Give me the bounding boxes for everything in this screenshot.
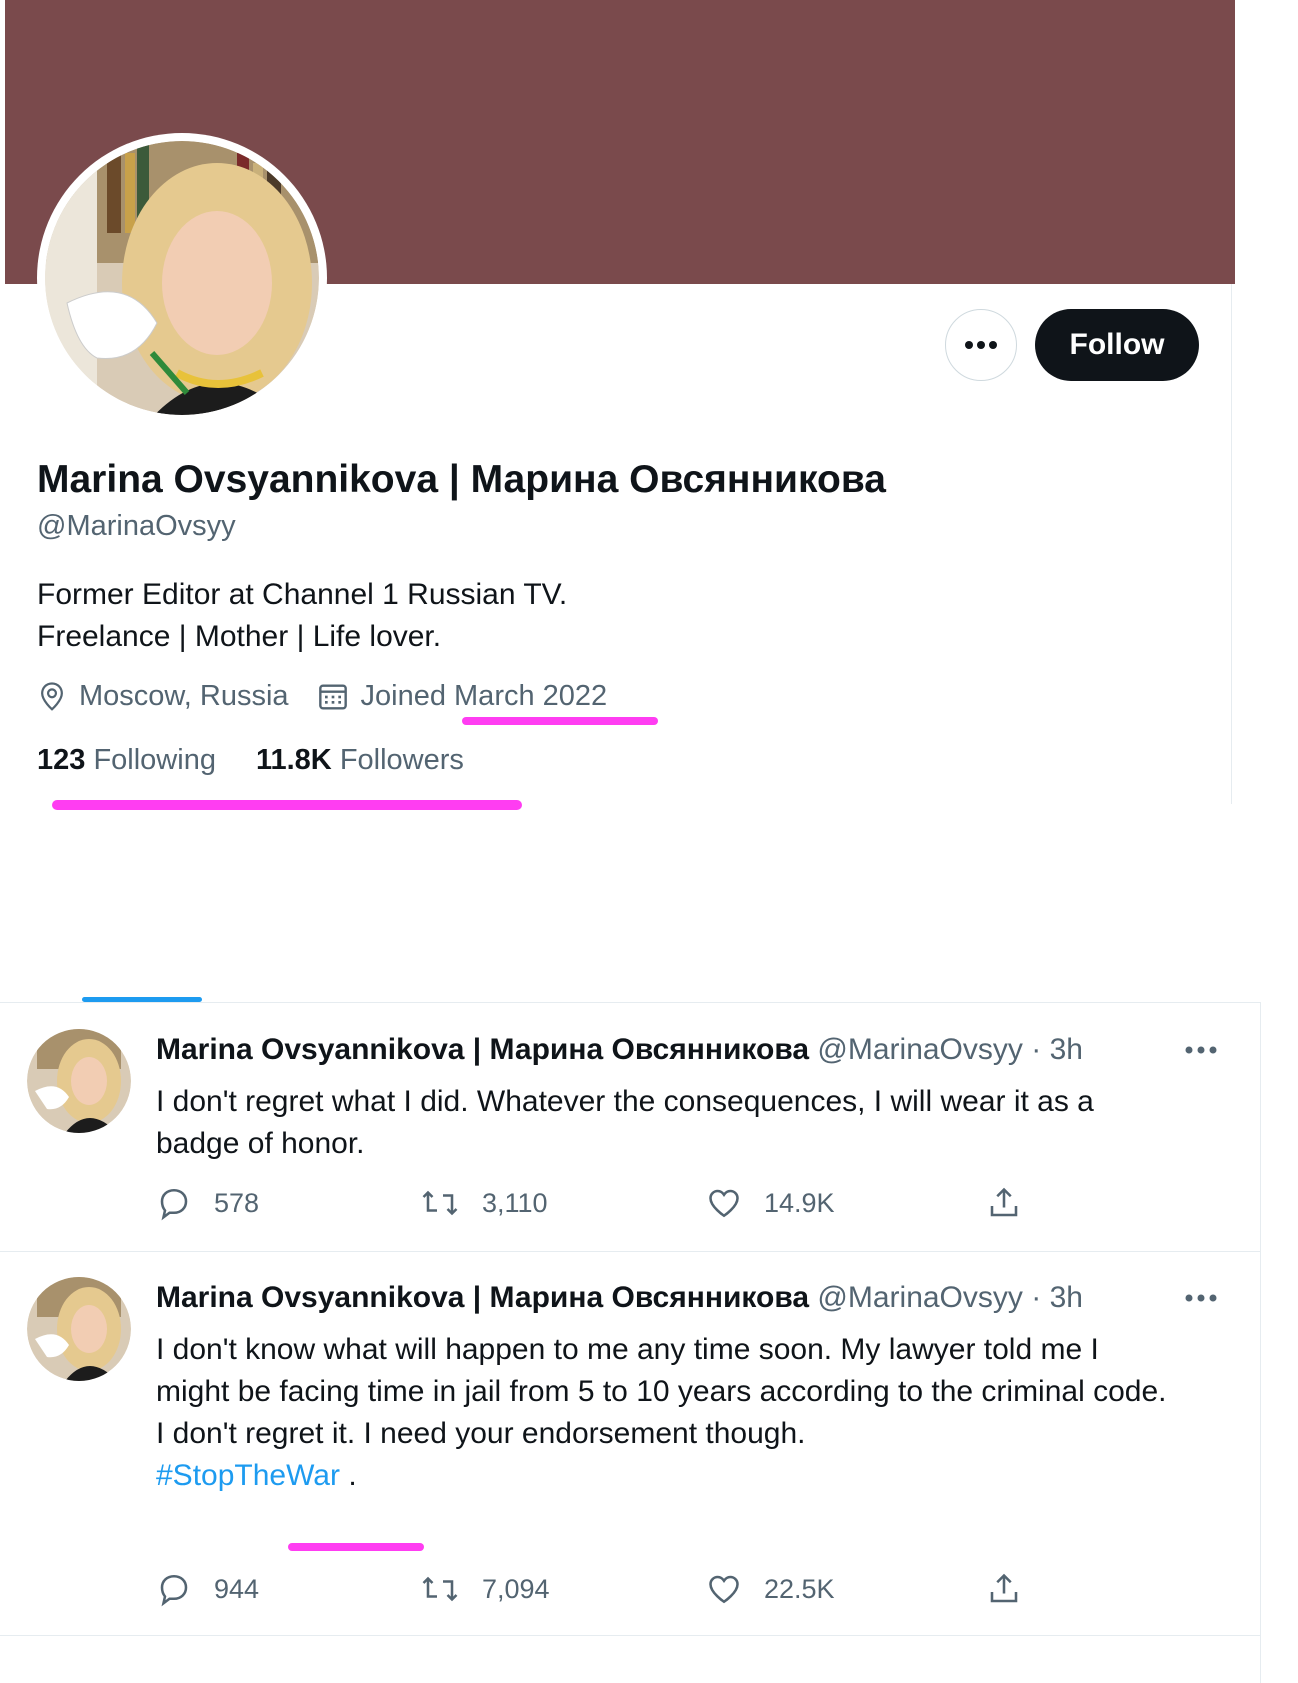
profile-handle: @MarinaOvsyy: [37, 510, 236, 542]
bio-line: Former Editor at Channel 1 Russian TV.: [37, 578, 568, 611]
tweet-author-name[interactable]: Marina Ovsyannikova | Марина Овсянникова: [156, 1281, 809, 1314]
tweet-header: Marina Ovsyannikova | Марина Овсянникова…: [156, 1281, 1083, 1315]
profile-meta: Moscow, Russia Joined March 2022: [37, 680, 635, 713]
tweet-author-name[interactable]: Marina Ovsyannikova | Марина Овсянникова: [156, 1033, 809, 1066]
followers-label: Followers: [339, 744, 464, 776]
location-icon: [41, 681, 63, 711]
tweet-time[interactable]: · 3h: [1031, 1033, 1083, 1066]
retweet-count: 7,094: [482, 1573, 550, 1604]
tweet-more-button[interactable]: [1185, 1041, 1221, 1071]
tweet-more-button[interactable]: [1185, 1289, 1221, 1319]
tweet-actions: 578 3,110 14.9K: [156, 1181, 1056, 1225]
more-icon: [965, 341, 997, 349]
following-count: 123: [37, 744, 86, 776]
joined-text: Joined March 2022: [360, 680, 608, 712]
tweet-text-paragraph: I don't know what will happen to me any …: [156, 1333, 1167, 1408]
reply-count: 944: [214, 1573, 260, 1604]
like-icon: [709, 1189, 739, 1218]
tweet-text: I don't regret what I did. Whatever the …: [156, 1085, 1094, 1160]
avatar-photo: [39, 135, 325, 421]
profile-display-name: Marina Ovsyannikova | Марина Овсянникова: [37, 458, 886, 501]
retweet-icon: [422, 1576, 458, 1602]
tweet-header: Marina Ovsyannikova | Марина Овсянникова…: [156, 1033, 1083, 1067]
share-icon: [990, 1573, 1018, 1603]
profile-avatar[interactable]: [37, 133, 327, 423]
reply-icon: [160, 1188, 188, 1221]
hashtag-link[interactable]: #StopTheWar: [156, 1459, 340, 1492]
tweet-author-handle[interactable]: @MarinaOvsyy: [817, 1033, 1023, 1066]
retweet-count: 3,110: [482, 1187, 548, 1218]
more-icon: [1185, 1046, 1217, 1054]
retweet-button[interactable]: 3,110: [420, 1181, 548, 1225]
avatar-photo: [27, 1277, 131, 1381]
tweet-actions: 944 7,094 22.5K: [156, 1567, 1056, 1611]
tweet[interactable]: Marina Ovsyannikova | Марина Овсянникова…: [0, 1251, 1260, 1636]
following-link[interactable]: 123 Following: [37, 744, 216, 777]
more-options-button[interactable]: [945, 309, 1017, 381]
share-icon: [990, 1187, 1018, 1217]
tweet-time[interactable]: · 3h: [1031, 1281, 1083, 1314]
profile-joined: Joined March 2022: [317, 680, 608, 713]
like-count: 22.5K: [764, 1573, 835, 1604]
share-button[interactable]: [986, 1567, 1044, 1611]
profile-location: Moscow, Russia: [37, 680, 289, 713]
bio-line: Freelance | Mother | Life lover.: [37, 620, 442, 653]
highlight-underline: [462, 717, 658, 725]
followers-count: 11.8K: [255, 744, 332, 776]
followers-link[interactable]: 11.8K Followers: [256, 744, 464, 777]
highlight-underline: [52, 800, 522, 810]
reply-count: 578: [214, 1187, 260, 1218]
reply-button[interactable]: 578: [156, 1181, 259, 1225]
avatar-photo: [27, 1029, 131, 1133]
tweet-author-handle[interactable]: @MarinaOvsyy: [817, 1281, 1023, 1314]
more-icon: [1185, 1294, 1217, 1302]
like-button[interactable]: 14.9K: [706, 1181, 835, 1225]
tweet-feed: Marina Ovsyannikova | Марина Овсянникова…: [0, 1002, 1261, 1683]
share-button[interactable]: [986, 1181, 1044, 1225]
like-button[interactable]: 22.5K: [706, 1567, 835, 1611]
tweet-text: I don't know what will happen to me any …: [156, 1329, 1176, 1497]
location-text: Moscow, Russia: [79, 680, 289, 712]
highlight-underline: [288, 1543, 424, 1551]
tweet[interactable]: Marina Ovsyannikova | Марина Овсянникова…: [0, 1003, 1260, 1252]
profile-stats: 123 Following 11.8K Followers: [37, 744, 504, 777]
tweet-avatar[interactable]: [27, 1029, 131, 1133]
retweet-icon: [422, 1190, 458, 1216]
following-label: Following: [93, 744, 216, 776]
profile-bio: Former Editor at Channel 1 Russian TV. F…: [37, 574, 567, 658]
tweet-trailing-text: .: [339, 1459, 357, 1492]
calendar-icon: [318, 683, 347, 710]
follow-button[interactable]: Follow: [1035, 309, 1199, 381]
reply-button[interactable]: 944: [156, 1567, 259, 1611]
retweet-button[interactable]: 7,094: [420, 1567, 550, 1611]
tweet-hashtag-line: #StopTheWar .: [156, 1455, 1176, 1497]
like-icon: [709, 1575, 739, 1604]
like-count: 14.9K: [764, 1187, 835, 1218]
tweet-avatar[interactable]: [27, 1277, 131, 1381]
reply-icon: [160, 1574, 188, 1607]
tweet-text-paragraph: I don't regret it. I need your endorseme…: [156, 1417, 806, 1450]
